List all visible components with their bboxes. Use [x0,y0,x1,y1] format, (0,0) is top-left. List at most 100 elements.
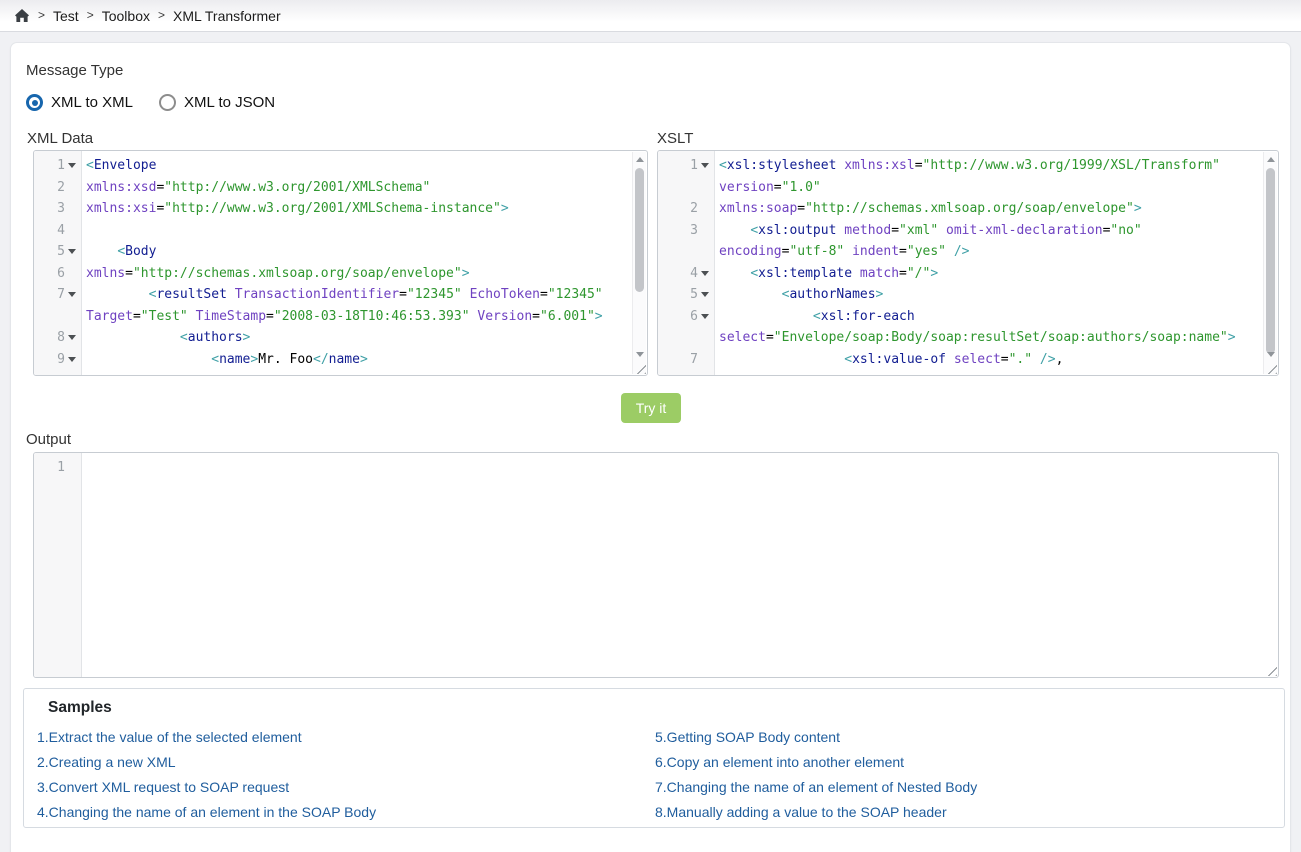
sample-link[interactable]: 8.Manually adding a value to the SOAP he… [655,800,977,825]
editor-row: 1<xsl:stylesheet xmlns:xsl="http://www.w… [658,155,1278,177]
scroll-down-icon[interactable] [633,348,645,361]
fold-spacer [698,331,712,345]
fold-toggle-icon[interactable] [698,159,712,173]
fold-spacer [698,223,712,237]
radio-option-xml-to-xml[interactable]: XML to XML [26,94,133,111]
sample-link[interactable]: 4.Changing the name of an element in the… [37,800,376,825]
fold-toggle-icon[interactable] [65,352,79,366]
try-it-button[interactable]: Try it [621,393,681,423]
editor-row: encoding="utf-8" indent="yes" /> [658,241,1278,263]
code-line[interactable]: <authors> [81,327,647,349]
line-number [658,177,714,199]
breadcrumb-separator: > [38,8,45,22]
scroll-up-icon[interactable] [633,153,645,166]
editor-row: 4 [34,220,647,242]
vertical-scrollbar[interactable] [1263,152,1277,374]
code-line[interactable]: xmlns:xsi="http://www.w3.org/2001/XMLSch… [81,198,647,220]
fold-toggle-icon[interactable] [698,266,712,280]
line-number: 5 [658,284,714,306]
code-line[interactable]: <xsl:value-of select="." />, [714,349,1278,371]
code-line[interactable]: <xsl:output method="xml" omit-xml-declar… [714,220,1278,242]
breadcrumb-item-toolbox[interactable]: Toolbox [102,8,150,24]
line-number-gutter [34,453,82,677]
line-number: 7 [34,284,81,306]
editor-row: select="Envelope/soap:Body/soap:resultSe… [658,327,1278,349]
message-type-label: Message Type [26,62,123,79]
sample-link[interactable]: 3.Convert XML request to SOAP request [37,775,376,800]
line-number [34,306,81,328]
code-line[interactable]: <name>Mr. Foo</name> [81,349,647,371]
fold-spacer [65,180,79,194]
code-line[interactable]: xmlns="http://schemas.xmlsoap.org/soap/e… [81,263,647,285]
code-line[interactable]: select="Envelope/soap:Body/soap:resultSe… [714,327,1278,349]
resize-grip-icon[interactable] [1264,663,1277,676]
vertical-scrollbar[interactable] [632,152,646,374]
editor-row: 4 <xsl:template match="/"> [658,263,1278,285]
code-line[interactable]: Target="Test" TimeStamp="2008-03-18T10:4… [81,306,647,328]
fold-toggle-icon[interactable] [65,331,79,345]
scrollbar-thumb[interactable] [635,168,644,292]
message-type-radio-group: XML to XML XML to JSON [26,94,275,111]
scroll-down-icon[interactable] [1264,348,1276,361]
code-line[interactable]: <Body [81,241,647,263]
sample-link[interactable]: 6.Copy an element into another element [655,750,977,775]
line-number: 9 [34,349,81,371]
code-line[interactable] [81,220,647,242]
fold-toggle-icon[interactable] [698,288,712,302]
code-line[interactable]: <xsl:template match="/"> [714,263,1278,285]
sample-link[interactable]: 7.Changing the name of an element of Nes… [655,775,977,800]
line-number: 3 [34,198,81,220]
fold-spacer [698,245,712,259]
code-line[interactable]: xmlns:soap="http://schemas.xmlsoap.org/s… [714,198,1278,220]
editor-row: 5 <authorNames> [658,284,1278,306]
output-editor[interactable]: 1 [33,452,1279,678]
fold-toggle-icon[interactable] [65,288,79,302]
fold-spacer [65,309,79,323]
editor-row: 2xmlns:soap="http://schemas.xmlsoap.org/… [658,198,1278,220]
line-number [658,241,714,263]
code-line[interactable]: xmlns:xsd="http://www.w3.org/2001/XMLSch… [81,177,647,199]
breadcrumb: > Test > Toolbox > XML Transformer [14,0,281,31]
fold-toggle-icon[interactable] [65,245,79,259]
breadcrumb-separator: > [87,8,94,22]
editor-row: 5 <Body [34,241,647,263]
scrollbar-thumb[interactable] [1266,168,1275,354]
sample-link[interactable]: 2.Creating a new XML [37,750,376,775]
output-label: Output [26,431,71,448]
code-line[interactable]: <Envelope [81,155,647,177]
editor-row: 3 <xsl:output method="xml" omit-xml-decl… [658,220,1278,242]
code-line[interactable]: <resultSet TransactionIdentifier="12345"… [81,284,647,306]
line-number: 4 [34,220,81,242]
editor-row: 8 <authors> [34,327,647,349]
code-line[interactable]: <xsl:stylesheet xmlns:xsl="http://www.w3… [714,155,1278,177]
xml-data-label: XML Data [27,130,93,147]
sample-link[interactable]: 5.Getting SOAP Body content [655,725,977,750]
code-line[interactable] [81,457,1278,479]
breadcrumb-current-page: XML Transformer [173,8,281,24]
radio-label: XML to XML [51,94,133,111]
scroll-up-icon[interactable] [1264,153,1276,166]
fold-spacer [65,266,79,280]
editor-row: 2xmlns:xsd="http://www.w3.org/2001/XMLSc… [34,177,647,199]
fold-toggle-icon[interactable] [65,159,79,173]
xslt-editor[interactable]: 1<xsl:stylesheet xmlns:xsl="http://www.w… [657,150,1279,376]
editor-row: 6 <xsl:for-each [658,306,1278,328]
radio-selected-icon[interactable] [26,94,43,111]
fold-toggle-icon[interactable] [698,309,712,323]
sample-link[interactable]: 1.Extract the value of the selected elem… [37,725,376,750]
home-icon[interactable] [14,8,30,23]
breadcrumb-separator: > [158,8,165,22]
radio-unselected-icon[interactable] [159,94,176,111]
fold-spacer [698,352,712,366]
radio-option-xml-to-json[interactable]: XML to JSON [159,94,275,111]
breadcrumb-bar: > Test > Toolbox > XML Transformer [0,0,1301,32]
breadcrumb-item-test[interactable]: Test [53,8,79,24]
xml-data-editor[interactable]: 1<Envelope2xmlns:xsd="http://www.w3.org/… [33,150,648,376]
code-line[interactable]: <authorNames> [714,284,1278,306]
fold-spacer [65,223,79,237]
code-line[interactable]: encoding="utf-8" indent="yes" /> [714,241,1278,263]
code-line[interactable]: <xsl:for-each [714,306,1278,328]
line-number: 1 [34,155,81,177]
samples-title: Samples [48,699,112,717]
code-line[interactable]: version="1.0" [714,177,1278,199]
